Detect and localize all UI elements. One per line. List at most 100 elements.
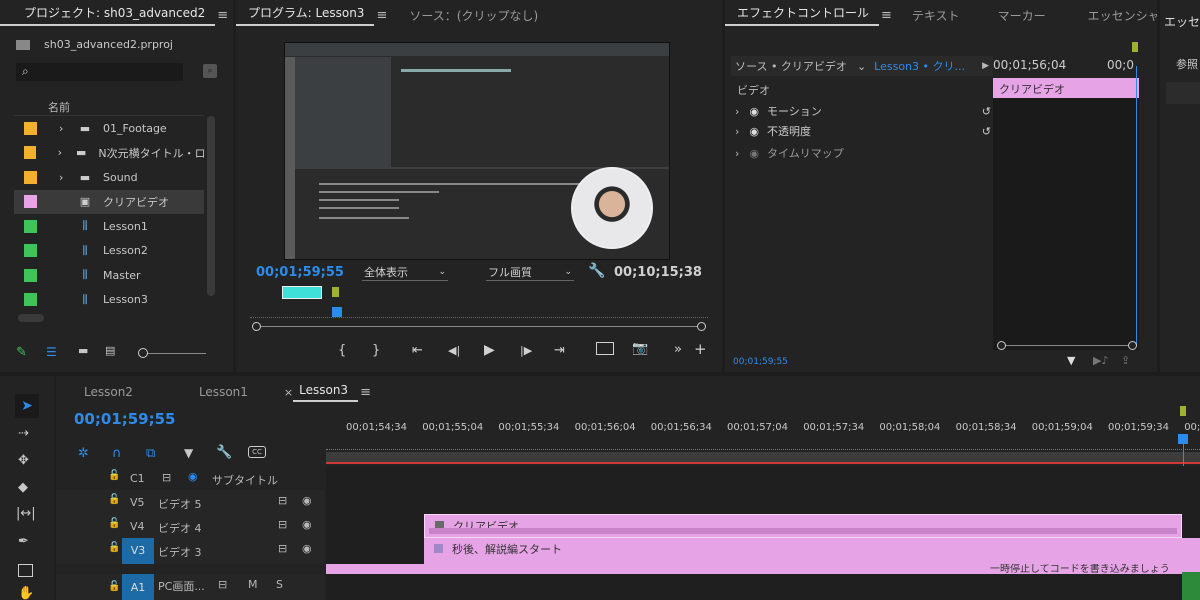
- quality-dropdown[interactable]: フル画質 ⌄: [486, 264, 574, 281]
- tab-text[interactable]: テキスト: [902, 7, 970, 24]
- play-icon[interactable]: ▶: [484, 342, 495, 358]
- safe-margins-icon[interactable]: [596, 342, 614, 355]
- project-item[interactable]: ⫼ Lesson3: [14, 288, 204, 312]
- mute-button[interactable]: M: [248, 578, 258, 591]
- project-item[interactable]: ▣ クリアビデオ: [14, 189, 204, 214]
- track-id-a1[interactable]: A1: [122, 574, 154, 600]
- effects-zoom-scrollbar[interactable]: [997, 341, 1137, 350]
- sync-lock-icon[interactable]: ⊟: [278, 518, 287, 531]
- lock-icon[interactable]: 🔓: [108, 470, 120, 481]
- project-item[interactable]: › ▬ N次元横タイトル・ロゴ: [14, 141, 204, 165]
- timeline-ruler[interactable]: 00;01;54;34 00;01;55;04 00;01;55;34 00;01;5…: [326, 420, 1200, 450]
- step-forward-icon[interactable]: |▶: [520, 344, 532, 357]
- project-item[interactable]: › ▬ Sound: [14, 165, 204, 189]
- lock-icon[interactable]: 🔓: [108, 518, 120, 529]
- zoom-dropdown[interactable]: 全体表示 ⌄: [362, 264, 448, 281]
- effects-item-time-remap[interactable]: › ◉ タイムリマップ: [735, 144, 991, 162]
- tab-program[interactable]: プログラム: Lesson3: [236, 4, 375, 26]
- eye-icon[interactable]: ◉: [749, 147, 759, 160]
- lock-icon[interactable]: 🔓: [108, 494, 120, 505]
- reset-icon[interactable]: ↺: [982, 125, 991, 138]
- chevron-right-icon[interactable]: ›: [735, 125, 739, 138]
- close-tab-icon[interactable]: ×: [284, 386, 293, 399]
- add-marker-icon[interactable]: ▼: [184, 446, 193, 460]
- label-color-swatch[interactable]: [24, 121, 37, 135]
- wrench-settings-icon[interactable]: 🔧: [588, 263, 605, 279]
- project-search-input[interactable]: ⌕: [16, 63, 183, 81]
- razor-tool-icon[interactable]: ◆: [18, 480, 28, 495]
- eye-icon[interactable]: ◉: [302, 494, 312, 507]
- tab-essential[interactable]: エッセンシャ: [1078, 7, 1157, 24]
- rectangle-tool-icon[interactable]: [18, 564, 33, 577]
- clip-v3-title[interactable]: 秒後、解説編スタート: [424, 538, 1200, 564]
- tab-source[interactable]: ソース：(クリップなし): [399, 7, 548, 24]
- tab-markers[interactable]: マーカー: [988, 7, 1056, 24]
- linked-selection-icon[interactable]: ⧉: [146, 446, 155, 461]
- tab-lesson2[interactable]: Lesson2: [56, 385, 143, 399]
- eye-off-icon[interactable]: ◉: [188, 470, 198, 483]
- effects-sequence-label[interactable]: Lesson3 • クリ...: [874, 58, 965, 74]
- program-playhead[interactable]: [332, 307, 342, 317]
- track-output-icon[interactable]: ⊟: [162, 471, 171, 484]
- lock-icon[interactable]: 🔓: [108, 581, 120, 592]
- project-item[interactable]: › ▬ 01_Footage: [14, 116, 204, 140]
- chevron-right-icon[interactable]: ›: [735, 147, 739, 160]
- hand-tool-icon[interactable]: ✋: [18, 586, 34, 600]
- project-item[interactable]: ⫼ Lesson1: [14, 214, 204, 238]
- panel-menu-icon[interactable]: ≡: [881, 8, 892, 23]
- panel-menu-icon[interactable]: ≡: [376, 8, 387, 23]
- track-select-tool-icon[interactable]: ⇢: [18, 426, 29, 441]
- program-video-frame[interactable]: [284, 42, 670, 260]
- effects-source-label[interactable]: ソース • クリアビデオ: [731, 58, 847, 74]
- label-color-swatch[interactable]: [24, 195, 37, 208]
- mark-out-icon[interactable]: }: [372, 343, 380, 358]
- slip-tool-icon[interactable]: |↔|: [16, 506, 36, 521]
- clip-v4-clear-video[interactable]: クリアビデオ: [424, 514, 1182, 538]
- column-name-label[interactable]: 名前: [48, 99, 70, 115]
- project-scrollbar[interactable]: [207, 116, 215, 296]
- panel-menu-icon[interactable]: ≡: [217, 8, 228, 23]
- zoom-slider-handle[interactable]: [138, 348, 148, 358]
- work-area-bar[interactable]: [326, 452, 1200, 464]
- panel-menu-icon[interactable]: ≡: [360, 385, 371, 400]
- zoom-slider[interactable]: [138, 348, 206, 358]
- filter-icon[interactable]: ▼: [1067, 354, 1075, 367]
- snap-magnet-icon[interactable]: ∩: [112, 446, 122, 461]
- sync-lock-icon[interactable]: ⊟: [218, 578, 227, 591]
- nest-icon[interactable]: ✲: [78, 446, 89, 461]
- solo-button[interactable]: S: [276, 578, 283, 591]
- program-zoom-scrollbar[interactable]: [252, 322, 706, 331]
- label-color-swatch[interactable]: [24, 219, 37, 233]
- eye-icon[interactable]: ◉: [302, 518, 312, 531]
- play-audio-icon[interactable]: ▶♪: [1093, 354, 1108, 367]
- label-color-swatch[interactable]: [24, 293, 37, 306]
- pen-tool-icon[interactable]: ✒: [18, 534, 29, 549]
- export-frame-camera-icon[interactable]: 📷: [632, 341, 648, 356]
- export-icon[interactable]: ⇪: [1121, 354, 1130, 367]
- tab-lesson1[interactable]: Lesson1: [189, 385, 258, 399]
- label-color-swatch[interactable]: [24, 146, 36, 159]
- project-item[interactable]: ⫼ Lesson2: [14, 239, 204, 263]
- tab-lesson3[interactable]: Lesson3: [293, 383, 359, 402]
- tab-essential-right[interactable]: エッセ: [1164, 13, 1200, 30]
- chevron-right-icon[interactable]: ›: [59, 122, 73, 135]
- timeline-marker[interactable]: [1180, 406, 1186, 416]
- label-color-swatch[interactable]: [24, 244, 37, 257]
- effects-clip-bar[interactable]: クリアビデオ: [993, 78, 1139, 98]
- eye-icon[interactable]: ◉: [749, 125, 759, 138]
- button-editor-plus-icon[interactable]: +: [694, 340, 707, 358]
- selection-tool-icon[interactable]: ➤: [15, 394, 39, 418]
- new-bin-from-search-icon[interactable]: ⌕: [203, 64, 217, 78]
- ripple-edit-tool-icon[interactable]: ✥: [18, 453, 29, 468]
- clip-a1-audio[interactable]: 一時停止してコードを書き込みましょう: [326, 564, 1200, 574]
- project-hscrollbar[interactable]: [18, 314, 44, 322]
- effects-item-motion[interactable]: › ◉ モーション ↺: [735, 102, 991, 120]
- sync-lock-icon[interactable]: ⊟: [278, 542, 287, 555]
- icon-view-icon[interactable]: ▬: [78, 344, 88, 357]
- essential-field[interactable]: [1166, 82, 1200, 104]
- tab-project[interactable]: プロジェクト: sh03_advanced2: [0, 4, 216, 26]
- sync-lock-icon[interactable]: ⊟: [278, 494, 287, 507]
- lock-icon[interactable]: 🔓: [108, 542, 120, 553]
- go-to-out-icon[interactable]: ⇥: [554, 343, 565, 358]
- reset-icon[interactable]: ↺: [982, 105, 991, 118]
